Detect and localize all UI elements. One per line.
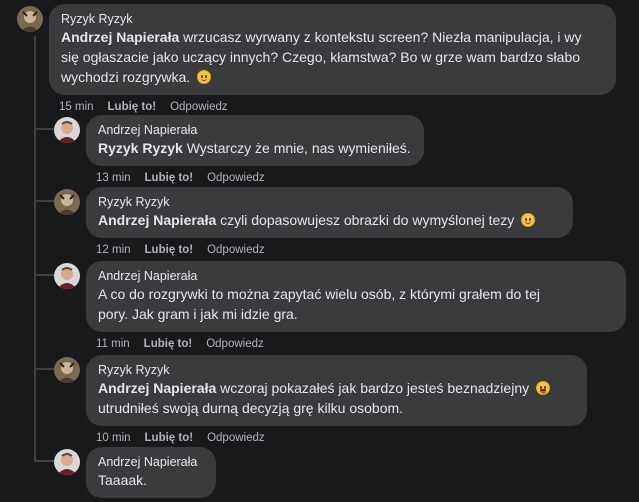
mention-link[interactable]: Andrzej Napierała: [98, 212, 216, 228]
tongue-emoji-icon: [536, 381, 550, 395]
comment-author[interactable]: Andrzej Napierała: [98, 454, 204, 470]
smile-emoji-icon: [197, 70, 212, 84]
comment-bubble: Andrzej Napierała Ryzyk Ryzyk Wystarczy …: [86, 115, 424, 166]
comment-text-line: wczoraj pokazałeś jak bardzo jesteś bezn…: [216, 380, 530, 396]
comment-author[interactable]: Ryzyk Ryzyk: [61, 11, 604, 27]
comment-author[interactable]: Ryzyk Ryzyk: [98, 362, 575, 378]
comment: Ryzyk Ryzyk Andrzej Napierała wrzucasz w…: [17, 4, 616, 114]
comment-reply: Ryzyk Ryzyk Andrzej Napierała wczoraj po…: [54, 355, 587, 445]
comment-time[interactable]: 15 min: [59, 100, 94, 114]
comment-reply: Andrzej Napierała Taaaak.: [54, 447, 216, 498]
avatar[interactable]: [54, 263, 80, 289]
thread-line-branch: [34, 128, 54, 130]
reply-button[interactable]: Odpowiedz: [207, 431, 265, 445]
comment-bubble: Andrzej Napierała A co do rozgrywki to m…: [86, 261, 626, 332]
comment-text: Andrzej Napierała czyli dopasowujesz obr…: [98, 210, 561, 230]
comment-text-line: czyli dopasowujesz obrazki do wymyślonej…: [216, 212, 515, 228]
comment-text-line: pory. Jak gram i jak mi idzie gra.: [98, 306, 298, 322]
comment-time[interactable]: 13 min: [96, 171, 131, 185]
avatar[interactable]: [54, 189, 80, 215]
avatar[interactable]: [17, 6, 43, 32]
smile-emoji-icon: [521, 213, 536, 227]
avatar[interactable]: [54, 357, 80, 383]
like-button[interactable]: Lubię to!: [145, 243, 194, 257]
avatar[interactable]: [54, 449, 80, 475]
comment-bubble: Ryzyk Ryzyk Andrzej Napierała wczoraj po…: [86, 355, 587, 426]
comment-actions: 11 min Lubię to! Odpowiedz: [96, 337, 626, 351]
comment-text-line: Taaaak.: [98, 472, 148, 488]
avatar[interactable]: [54, 117, 80, 143]
comment-actions: 15 min Lubię to! Odpowiedz: [59, 100, 616, 114]
comment-author[interactable]: Andrzej Napierała: [98, 268, 614, 284]
like-button[interactable]: Lubię to!: [145, 171, 194, 185]
comment-reply: Ryzyk Ryzyk Andrzej Napierała czyli dopa…: [54, 187, 573, 257]
comment-time[interactable]: 12 min: [96, 243, 131, 257]
comment-time[interactable]: 10 min: [96, 431, 131, 445]
mention-link[interactable]: Ryzyk Ryzyk: [98, 140, 183, 156]
thread-line-branch: [34, 200, 54, 202]
reply-button[interactable]: Odpowiedz: [206, 337, 264, 351]
comment-text: Taaaak.: [98, 470, 204, 490]
comment-author[interactable]: Andrzej Napierała: [98, 122, 412, 138]
thread-line-branch: [34, 368, 54, 370]
comment-author[interactable]: Ryzyk Ryzyk: [98, 194, 561, 210]
mention-link[interactable]: Andrzej Napierała: [61, 29, 179, 45]
comment-text-line: wrzucasz wyrwany z kontekstu screen? Nie…: [179, 29, 582, 45]
reply-button[interactable]: Odpowiedz: [207, 243, 265, 257]
comment-bubble: Andrzej Napierała Taaaak.: [86, 447, 216, 498]
like-button[interactable]: Lubię to!: [144, 337, 193, 351]
comment-text: A co do rozgrywki to można zapytać wielu…: [98, 284, 614, 324]
comment-time[interactable]: 11 min: [96, 337, 130, 351]
comment-text-line: A co do rozgrywki to można zapytać wielu…: [98, 286, 540, 302]
like-button[interactable]: Lubię to!: [108, 100, 157, 114]
reply-button[interactable]: Odpowiedz: [170, 100, 228, 114]
comment-actions: 13 min Lubię to! Odpowiedz: [96, 171, 424, 185]
comment-bubble: Ryzyk Ryzyk Andrzej Napierała wrzucasz w…: [49, 4, 616, 95]
comment-text-line: wychodzi rozgrywka.: [61, 69, 191, 85]
thread-line-branch: [34, 274, 54, 276]
comment-text: Andrzej Napierała wczoraj pokazałeś jak …: [98, 378, 575, 418]
comment-text: Andrzej Napierała wrzucasz wyrwany z kon…: [61, 27, 604, 87]
comment-text-line: Wystarczy że mnie, nas wymieniłeś.: [182, 140, 411, 156]
mention-link[interactable]: Andrzej Napierała: [98, 380, 216, 396]
like-button[interactable]: Lubię to!: [145, 431, 194, 445]
comment-reply: Andrzej Napierała Ryzyk Ryzyk Wystarczy …: [54, 115, 424, 185]
comment-text-line: się ogłaszacie jako uczący innych? Czego…: [61, 49, 581, 65]
reply-button[interactable]: Odpowiedz: [207, 171, 265, 185]
comment-bubble: Ryzyk Ryzyk Andrzej Napierała czyli dopa…: [86, 187, 573, 238]
thread-line-branch: [34, 460, 54, 462]
comment-actions: 10 min Lubię to! Odpowiedz: [96, 431, 587, 445]
comment-text-line: utrudniłeś swoją durną decyzją grę kilku…: [98, 400, 404, 416]
comment-text: Ryzyk Ryzyk Wystarczy że mnie, nas wymie…: [98, 138, 412, 158]
comment-actions: 12 min Lubię to! Odpowiedz: [96, 243, 573, 257]
comment-reply: Andrzej Napierała A co do rozgrywki to m…: [54, 261, 626, 351]
